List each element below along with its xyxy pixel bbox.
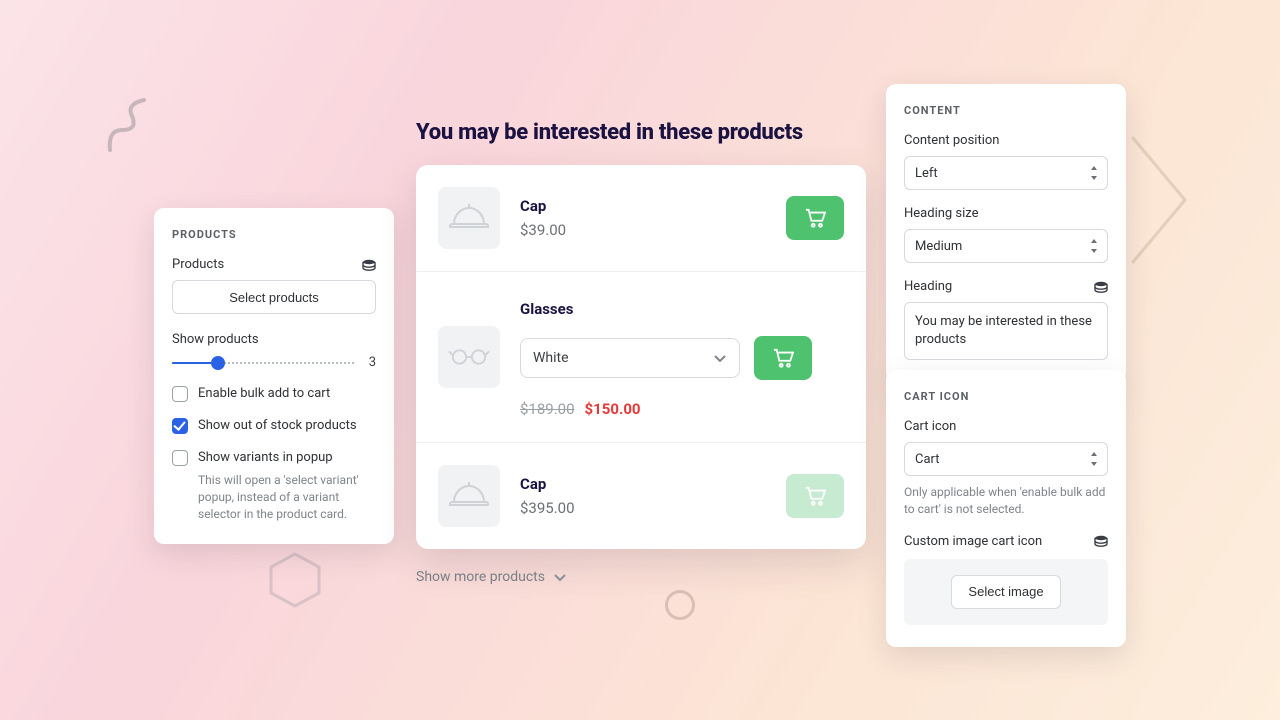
cart-icon-settings-panel: CART ICON Cart icon Cart Only applicable… bbox=[886, 370, 1126, 647]
add-to-cart-button-disabled bbox=[786, 474, 844, 518]
heading-size-select[interactable]: Medium bbox=[904, 229, 1108, 263]
image-picker: Select image bbox=[904, 559, 1108, 625]
products-field-label: Products bbox=[172, 257, 224, 272]
product-name: Cap bbox=[520, 475, 766, 493]
product-thumbnail bbox=[438, 465, 500, 527]
cart-icon-label: Cart icon bbox=[904, 419, 1108, 434]
product-price: $39.00 bbox=[520, 221, 766, 239]
select-products-button[interactable]: Select products bbox=[172, 280, 376, 314]
cart-icon-value: Cart bbox=[915, 452, 940, 467]
add-to-cart-button[interactable] bbox=[754, 336, 812, 380]
heading-field-label: Heading bbox=[904, 279, 952, 294]
product-thumbnail bbox=[438, 326, 500, 388]
show-products-value: 3 bbox=[364, 355, 376, 370]
cart-icon bbox=[804, 486, 826, 506]
products-panel-heading: PRODUCTS bbox=[172, 228, 376, 241]
dynamic-source-icon[interactable] bbox=[1094, 535, 1108, 547]
select-arrows-icon bbox=[1089, 452, 1099, 466]
chevron-down-icon bbox=[713, 351, 727, 365]
show-oos-label: Show out of stock products bbox=[198, 418, 357, 433]
content-position-value: Left bbox=[915, 166, 938, 181]
product-price: $395.00 bbox=[520, 499, 766, 517]
variant-select-value: White bbox=[533, 350, 569, 366]
show-variants-label: Show variants in popup bbox=[198, 450, 333, 465]
cart-panel-heading: CART ICON bbox=[904, 390, 1108, 403]
show-variants-checkbox[interactable]: Show variants in popup bbox=[172, 450, 376, 466]
product-row: Cap $39.00 bbox=[416, 165, 866, 271]
cart-icon bbox=[804, 208, 826, 228]
enable-bulk-label: Enable bulk add to cart bbox=[198, 386, 330, 401]
product-row: Cap $395.00 bbox=[416, 442, 866, 549]
heading-size-label: Heading size bbox=[904, 206, 1108, 221]
heading-size-value: Medium bbox=[915, 239, 962, 254]
product-price-sale: $150.00 bbox=[585, 400, 641, 418]
variant-select[interactable]: White bbox=[520, 338, 740, 378]
select-arrows-icon bbox=[1089, 166, 1099, 180]
dynamic-source-icon[interactable] bbox=[1094, 281, 1108, 293]
preview-title: You may be interested in these products bbox=[416, 120, 866, 145]
cart-icon-help: Only applicable when 'enable bulk add to… bbox=[904, 484, 1108, 518]
show-products-slider[interactable] bbox=[172, 356, 354, 370]
product-list: Cap $39.00 Glasses White bbox=[416, 165, 866, 549]
product-thumbnail bbox=[438, 187, 500, 249]
product-name: Glasses bbox=[520, 300, 844, 318]
products-preview: You may be interested in these products … bbox=[416, 120, 866, 585]
product-name: Cap bbox=[520, 197, 766, 215]
custom-image-label: Custom image cart icon bbox=[904, 534, 1042, 549]
dynamic-source-icon[interactable] bbox=[362, 259, 376, 271]
select-image-button[interactable]: Select image bbox=[951, 575, 1060, 609]
show-more-label: Show more products bbox=[416, 569, 545, 585]
product-row: Glasses White $189.00 $150.00 bbox=[416, 271, 866, 442]
content-settings-panel: CONTENT Content position Left Heading si… bbox=[886, 84, 1126, 382]
cart-icon bbox=[772, 348, 794, 368]
show-more-link[interactable]: Show more products bbox=[416, 569, 567, 585]
show-oos-checkbox[interactable]: Show out of stock products bbox=[172, 418, 376, 434]
content-panel-heading: CONTENT bbox=[904, 104, 1108, 117]
show-products-label: Show products bbox=[172, 332, 376, 347]
enable-bulk-checkbox[interactable]: Enable bulk add to cart bbox=[172, 386, 376, 402]
heading-textarea[interactable]: You may be interested in these products bbox=[904, 302, 1108, 360]
chevron-down-icon bbox=[553, 570, 567, 584]
show-variants-help: This will open a 'select variant' popup,… bbox=[172, 472, 376, 522]
products-settings-panel: PRODUCTS Products Select products Show p… bbox=[154, 208, 394, 544]
cart-icon-select[interactable]: Cart bbox=[904, 442, 1108, 476]
add-to-cart-button[interactable] bbox=[786, 196, 844, 240]
content-position-label: Content position bbox=[904, 133, 1108, 148]
select-arrows-icon bbox=[1089, 239, 1099, 253]
product-price-old: $189.00 bbox=[520, 400, 575, 418]
content-position-select[interactable]: Left bbox=[904, 156, 1108, 190]
